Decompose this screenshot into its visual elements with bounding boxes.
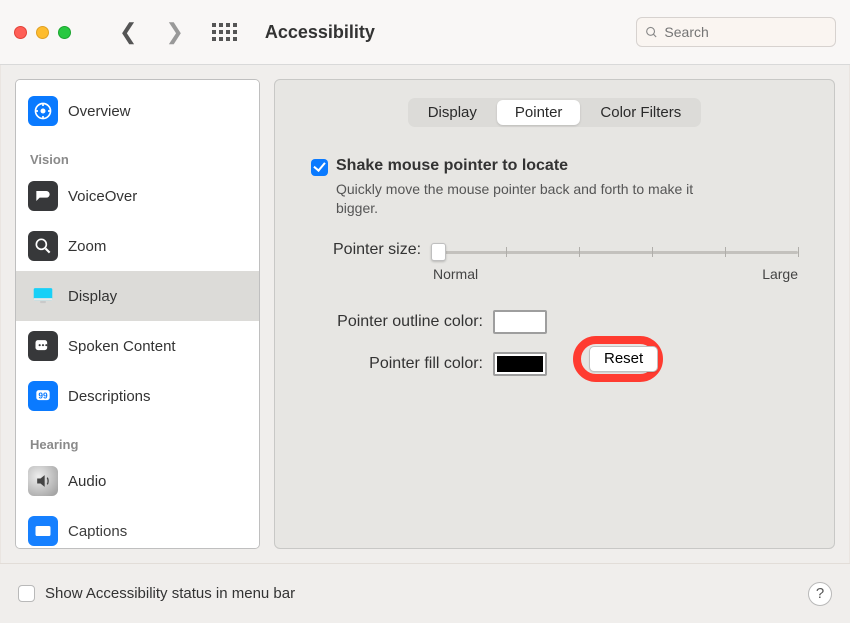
search-field[interactable] [636, 17, 836, 47]
close-window-button[interactable] [14, 26, 27, 39]
settings-group: Shake mouse pointer to locate Quickly mo… [275, 127, 834, 350]
outline-color-swatch[interactable] [493, 310, 547, 334]
sidebar-item-spoken-content[interactable]: Spoken Content [16, 321, 259, 371]
status-menubar-label: Show Accessibility status in menu bar [45, 585, 295, 602]
tab-color-filters[interactable]: Color Filters [582, 100, 699, 125]
outline-color-row: Pointer outline color: [311, 310, 798, 334]
slider-end-labels: Normal Large [433, 266, 798, 282]
sidebar-item-label: Descriptions [68, 388, 151, 405]
body-area: Overview Vision VoiceOver Zoom Display [0, 65, 850, 563]
content-pane: Display Pointer Color Filters Shake mous… [274, 79, 835, 549]
voiceover-icon [28, 181, 58, 211]
sidebar-section-vision: Vision [16, 136, 259, 171]
shake-pointer-checkbox[interactable] [311, 159, 328, 176]
fill-color-swatch[interactable] [493, 352, 547, 376]
sidebar-item-label: Audio [68, 473, 106, 490]
window-title: Accessibility [265, 22, 375, 43]
search-icon [645, 25, 658, 40]
zoom-icon [28, 231, 58, 261]
slider-knob[interactable] [431, 243, 446, 261]
sidebar-item-label: Overview [68, 103, 131, 120]
slider-max-label: Large [762, 266, 798, 282]
sidebar-item-overview[interactable]: Overview [16, 86, 259, 136]
shake-pointer-row: Shake mouse pointer to locate [311, 157, 798, 176]
footer: Show Accessibility status in menu bar ? [0, 563, 850, 623]
back-button[interactable]: ❮ [119, 19, 137, 45]
titlebar: ❮ ❯ Accessibility [0, 0, 850, 65]
sidebar-item-zoom[interactable]: Zoom [16, 221, 259, 271]
fill-color-row: Pointer fill color: [311, 352, 798, 376]
window-controls [14, 26, 71, 39]
tab-pointer[interactable]: Pointer [497, 100, 581, 125]
shake-pointer-desc: Quickly move the mouse pointer back and … [336, 180, 736, 218]
all-prefs-icon[interactable] [212, 23, 237, 41]
sidebar-item-label: VoiceOver [68, 188, 137, 205]
sidebar-item-captions[interactable]: Captions [16, 506, 259, 549]
slider-min-label: Normal [433, 266, 478, 282]
zoom-window-button[interactable] [58, 26, 71, 39]
sidebar-item-audio[interactable]: Audio [16, 456, 259, 506]
overview-icon [28, 96, 58, 126]
sidebar: Overview Vision VoiceOver Zoom Display [15, 79, 260, 549]
fill-color-label: Pointer fill color: [311, 355, 483, 373]
sidebar-item-label: Display [68, 288, 117, 305]
nav-arrows: ❮ ❯ [119, 19, 184, 45]
help-button[interactable]: ? [808, 582, 832, 606]
status-menubar-checkbox[interactable] [18, 585, 35, 602]
sidebar-section-hearing: Hearing [16, 421, 259, 456]
reset-button[interactable]: Reset [589, 346, 658, 372]
spoken-content-icon [28, 331, 58, 361]
sidebar-item-label: Spoken Content [68, 338, 176, 355]
forward-button[interactable]: ❯ [165, 19, 183, 45]
tabs: Display Pointer Color Filters [408, 98, 702, 127]
sidebar-item-voiceover[interactable]: VoiceOver [16, 171, 259, 221]
audio-icon [28, 466, 58, 496]
shake-pointer-label: Shake mouse pointer to locate [336, 157, 568, 175]
outline-color-label: Pointer outline color: [311, 313, 483, 331]
svg-text:99: 99 [38, 391, 48, 401]
sidebar-item-label: Captions [68, 523, 127, 540]
sidebar-item-display[interactable]: Display [16, 271, 259, 321]
tab-display[interactable]: Display [410, 100, 495, 125]
pointer-size-slider[interactable] [433, 242, 798, 262]
sidebar-item-descriptions[interactable]: 99 Descriptions [16, 371, 259, 421]
display-icon [28, 281, 58, 311]
search-input[interactable] [664, 24, 827, 40]
minimize-window-button[interactable] [36, 26, 49, 39]
captions-icon [28, 516, 58, 546]
sidebar-item-label: Zoom [68, 238, 106, 255]
descriptions-icon: 99 [28, 381, 58, 411]
pointer-size-label: Pointer size: [333, 241, 421, 259]
pointer-size-row: Pointer size: [311, 238, 798, 262]
